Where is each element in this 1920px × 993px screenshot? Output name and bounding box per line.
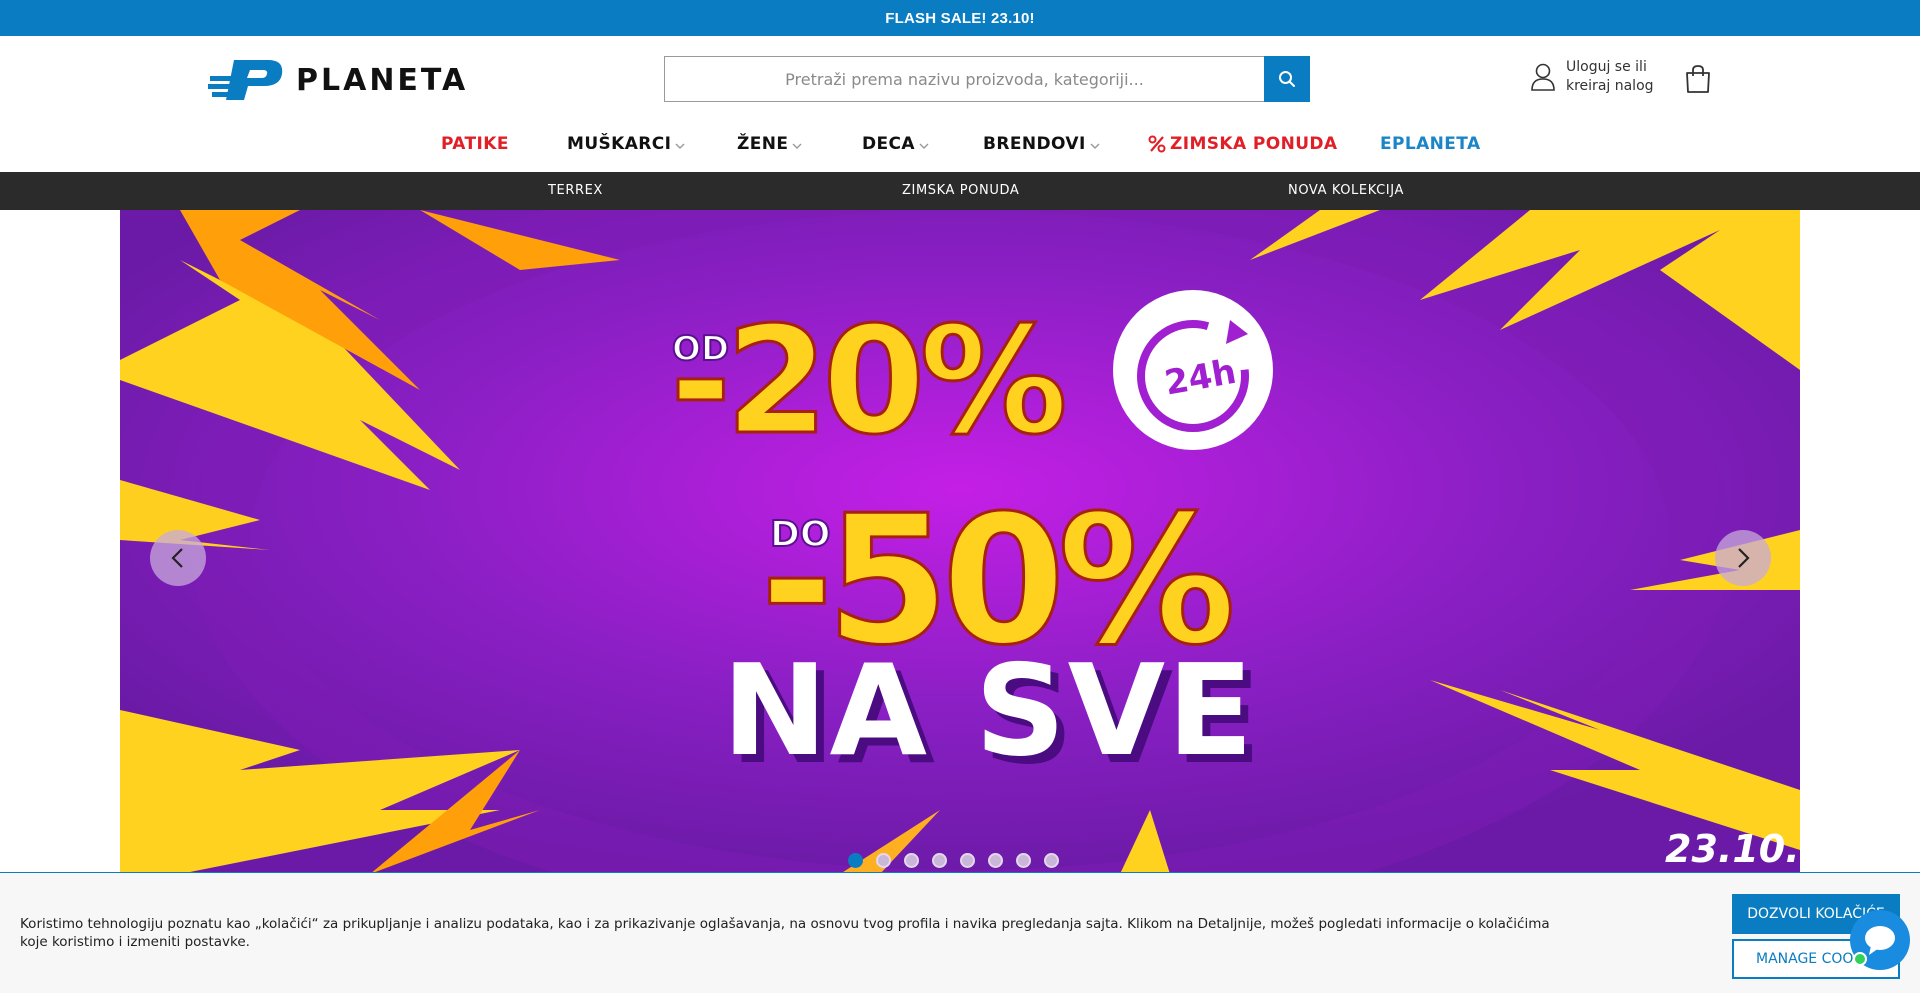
search-icon	[1279, 71, 1295, 87]
cart-icon	[1686, 65, 1710, 93]
account-login[interactable]: Uloguj se ili kreiraj nalog	[1530, 58, 1654, 96]
banner-artwork: OD -20% 24h DO -50% NA SVE NA SVE 23.10.	[120, 210, 1800, 874]
carousel-prev-button[interactable]	[150, 530, 206, 586]
planeta-logo-icon	[208, 60, 283, 100]
nav-item-label: MUŠKARCI	[567, 134, 672, 154]
carousel-dot[interactable]	[1044, 853, 1059, 868]
nav-item-muskarci[interactable]: MUŠKARCI	[567, 134, 685, 154]
chevron-left-icon	[171, 548, 183, 568]
banner-date: 23.10.	[1665, 827, 1800, 871]
brand-name: PLANETA	[296, 62, 469, 98]
chat-bubble-icon	[1865, 926, 1895, 955]
carousel-dot[interactable]	[932, 853, 947, 868]
nav-item-brendovi[interactable]: BRENDOVI	[983, 134, 1100, 154]
user-icon	[1531, 63, 1555, 91]
subnav-item-zimska-ponuda[interactable]: ZIMSKA PONUDA	[902, 183, 1019, 198]
nav-item-label: BRENDOVI	[983, 134, 1086, 154]
chevron-down-icon	[792, 143, 802, 149]
banner-20-value: -20%	[670, 295, 1063, 467]
chevron-down-icon	[675, 143, 685, 149]
site-header: PLANETA Uloguj se ili kreiraj nalog PATI…	[0, 36, 1920, 172]
carousel-dot[interactable]	[904, 853, 919, 868]
nav-item-zimska-ponuda[interactable]: ZIMSKA PONUDA	[1148, 134, 1337, 154]
sub-nav: TERREX ZIMSKA PONUDA NOVA KOLEKCIJA	[0, 172, 1920, 210]
carousel-dot[interactable]	[960, 853, 975, 868]
cookie-banner: Koristimo tehnologiju poznatu kao „kolač…	[0, 872, 1920, 993]
nav-item-label: EPLANETA	[1380, 134, 1481, 154]
nav-item-zene[interactable]: ŽENE	[737, 134, 802, 154]
nav-item-deca[interactable]: DECA	[862, 134, 929, 154]
carousel-dot[interactable]	[848, 853, 863, 868]
chevron-right-icon	[1738, 548, 1750, 568]
subnav-item-terrex[interactable]: TERREX	[548, 183, 603, 198]
chevron-down-icon	[1090, 143, 1100, 149]
carousel-dot[interactable]	[1016, 853, 1031, 868]
svg-text:NA SVE: NA SVE	[722, 637, 1255, 784]
carousel-dot[interactable]	[988, 853, 1003, 868]
percent-icon	[1148, 135, 1166, 153]
nav-item-label: PATIKE	[441, 134, 509, 154]
subnav-item-nova-kolekcija[interactable]: NOVA KOLEKCIJA	[1288, 183, 1404, 198]
search-input[interactable]	[664, 56, 1264, 102]
chevron-down-icon	[919, 143, 929, 149]
main-nav: PATIKE MUŠKARCI ŽENE DECA BRENDOVI ZIMSK…	[0, 126, 1920, 166]
hero-banner[interactable]: OD -20% 24h DO -50% NA SVE NA SVE 23.10.	[120, 210, 1800, 874]
account-text: Uloguj se ili kreiraj nalog	[1566, 58, 1654, 96]
account-line1: Uloguj se ili	[1566, 59, 1647, 75]
flash-sale-bar[interactable]: FLASH SALE! 23.10!	[0, 0, 1920, 36]
nav-item-label: ZIMSKA PONUDA	[1170, 134, 1338, 154]
nav-item-eplaneta[interactable]: EPLANETA	[1380, 134, 1481, 154]
nav-item-label: ŽENE	[737, 134, 789, 154]
cookie-text: Koristimo tehnologiju poznatu kao „kolač…	[20, 916, 1550, 950]
account-line2: kreiraj nalog	[1566, 78, 1654, 94]
cart-button[interactable]	[1684, 64, 1712, 99]
flash-sale-text: FLASH SALE! 23.10!	[885, 9, 1035, 27]
search-button[interactable]	[1264, 56, 1310, 102]
planeta-logo[interactable]: PLANETA	[208, 58, 468, 102]
search-bar	[664, 56, 1310, 102]
carousel-dot[interactable]	[876, 853, 891, 868]
carousel-next-button[interactable]	[1715, 530, 1771, 586]
online-status-dot	[1853, 952, 1867, 966]
nav-item-patike[interactable]: PATIKE	[441, 134, 509, 154]
nav-item-label: DECA	[862, 134, 915, 154]
carousel-dots	[848, 853, 1059, 868]
